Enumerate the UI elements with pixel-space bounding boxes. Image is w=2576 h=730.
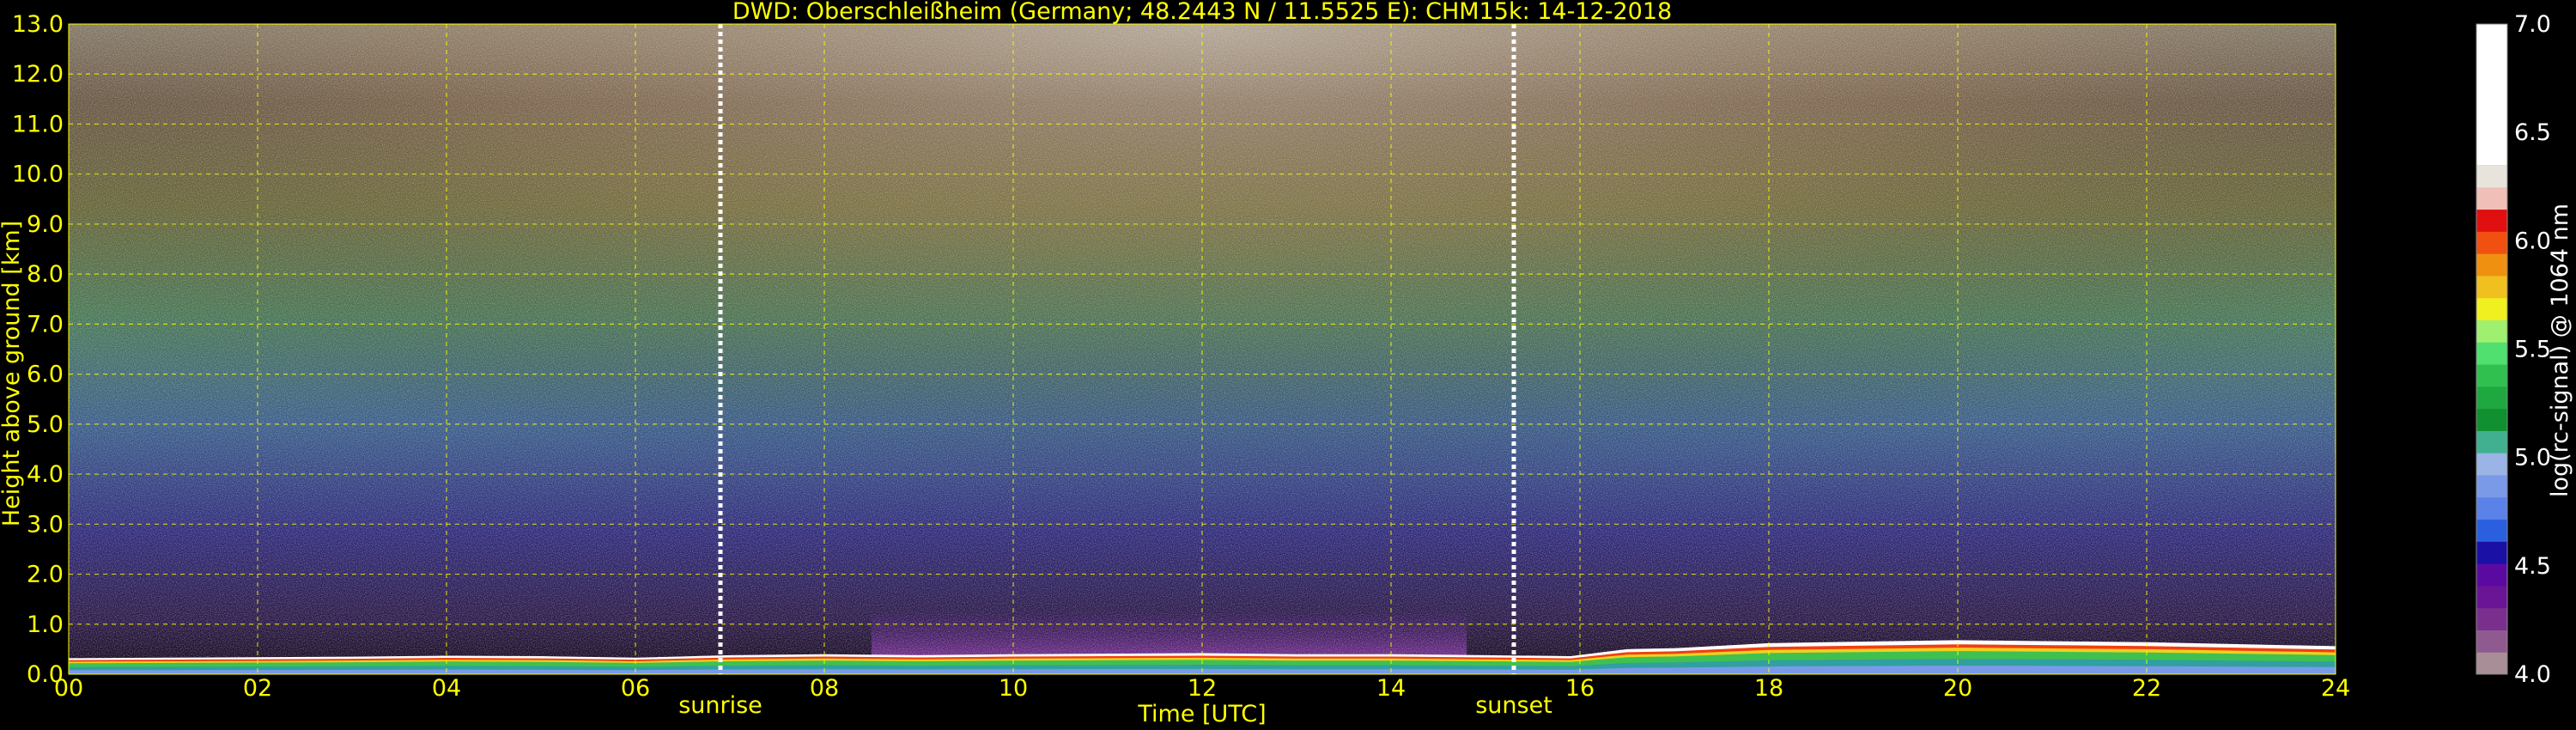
- colorbar-segment: [2476, 253, 2507, 277]
- colorbar-segment: [2476, 519, 2507, 542]
- y-tick-label: 4.0: [27, 461, 64, 488]
- colorbar: [2476, 23, 2508, 675]
- y-tick-label: 0.0: [27, 661, 64, 688]
- plot-area: [69, 24, 2336, 674]
- colorbar-segment: [2476, 231, 2507, 254]
- colorbar-tick-label: 4.5: [2514, 553, 2551, 580]
- x-tick-label: 04: [432, 675, 461, 702]
- colorbar-segment: [2476, 342, 2507, 365]
- colorbar-tick-label: 4.0: [2514, 661, 2551, 688]
- colorbar-segment: [2476, 607, 2507, 630]
- x-axis-label: Time [UTC]: [1137, 701, 1266, 727]
- y-tick-label: 5.0: [27, 411, 64, 438]
- marker-label-sunset: sunset: [1475, 692, 1552, 719]
- x-tick-label: 12: [1188, 675, 1217, 702]
- colorbar-segment: [2476, 386, 2507, 410]
- x-tick-label: 02: [243, 675, 272, 702]
- colorbar-tick-label: 6.0: [2514, 228, 2551, 254]
- x-tick-labels: 00 02 04 06 08 10 12 14 16 18 20 22 24: [54, 675, 2350, 702]
- colorbar-segment: [2476, 297, 2507, 320]
- y-tick-label: 9.0: [27, 211, 64, 238]
- colorbar-label: log(rc-signal) @ 1064 nm: [2547, 204, 2573, 497]
- colorbar-segment: [2476, 24, 2507, 166]
- colorbar-segment: [2476, 209, 2507, 232]
- y-tick-label: 1.0: [27, 611, 64, 638]
- x-tick-label: 14: [1376, 675, 1406, 702]
- y-axis-label: Height above ground [km]: [0, 221, 25, 526]
- y-tick-label: 7.0: [27, 311, 64, 338]
- y-tick-label: 13.0: [12, 11, 64, 38]
- colorbar-tick-labels: 4.0 4.5 5.0 5.5 6.0 6.5 7.0: [2514, 11, 2551, 688]
- x-tick-label: 18: [1754, 675, 1783, 702]
- colorbar-segment: [2476, 630, 2507, 653]
- y-tick-label: 12.0: [12, 61, 64, 88]
- colorbar-tick-label: 7.0: [2514, 11, 2551, 38]
- x-tick-label: 10: [999, 675, 1028, 702]
- colorbar-segment: [2476, 453, 2507, 476]
- colorbar-segment: [2476, 319, 2507, 343]
- colorbar-tick-label: 6.5: [2514, 119, 2551, 146]
- colorbar-segment: [2476, 275, 2507, 299]
- lidar-backscatter-chart: 00 02 04 06 08 10 12 14 16 18 20 22 24 0.01.02.03.04…: [0, 0, 2573, 727]
- colorbar-segment: [2476, 186, 2507, 210]
- x-tick-label: 24: [2321, 675, 2350, 702]
- colorbar-tick-label: 5.5: [2514, 337, 2551, 363]
- colorbar-segment: [2476, 430, 2507, 453]
- y-tick-label: 2.0: [27, 562, 64, 588]
- colorbar-segment: [2476, 165, 2507, 188]
- colorbar-segment: [2476, 496, 2507, 520]
- colorbar-segment: [2476, 474, 2507, 498]
- colorbar-segment: [2476, 585, 2507, 609]
- x-tick-label: 06: [621, 675, 650, 702]
- colorbar-segment: [2476, 541, 2507, 564]
- x-tick-label: 20: [1943, 675, 1972, 702]
- x-tick-label: 16: [1565, 675, 1595, 702]
- colorbar-segment: [2476, 652, 2507, 675]
- x-tick-label: 08: [810, 675, 839, 702]
- colorbar-segment: [2476, 563, 2507, 587]
- colorbar-tick-label: 5.0: [2514, 445, 2551, 471]
- y-tick-label: 10.0: [12, 161, 64, 188]
- x-tick-label: 22: [2132, 675, 2161, 702]
- marker-label-sunrise: sunrise: [678, 692, 762, 719]
- y-tick-label: 6.0: [27, 362, 64, 388]
- colorbar-segment: [2476, 408, 2507, 431]
- chart-title: DWD: Oberschleißheim (Germany; 48.2443 N…: [732, 0, 1672, 25]
- y-tick-label: 8.0: [27, 261, 64, 288]
- y-tick-label: 11.0: [12, 111, 64, 137]
- y-tick-label: 3.0: [27, 511, 64, 538]
- colorbar-segment: [2476, 364, 2507, 387]
